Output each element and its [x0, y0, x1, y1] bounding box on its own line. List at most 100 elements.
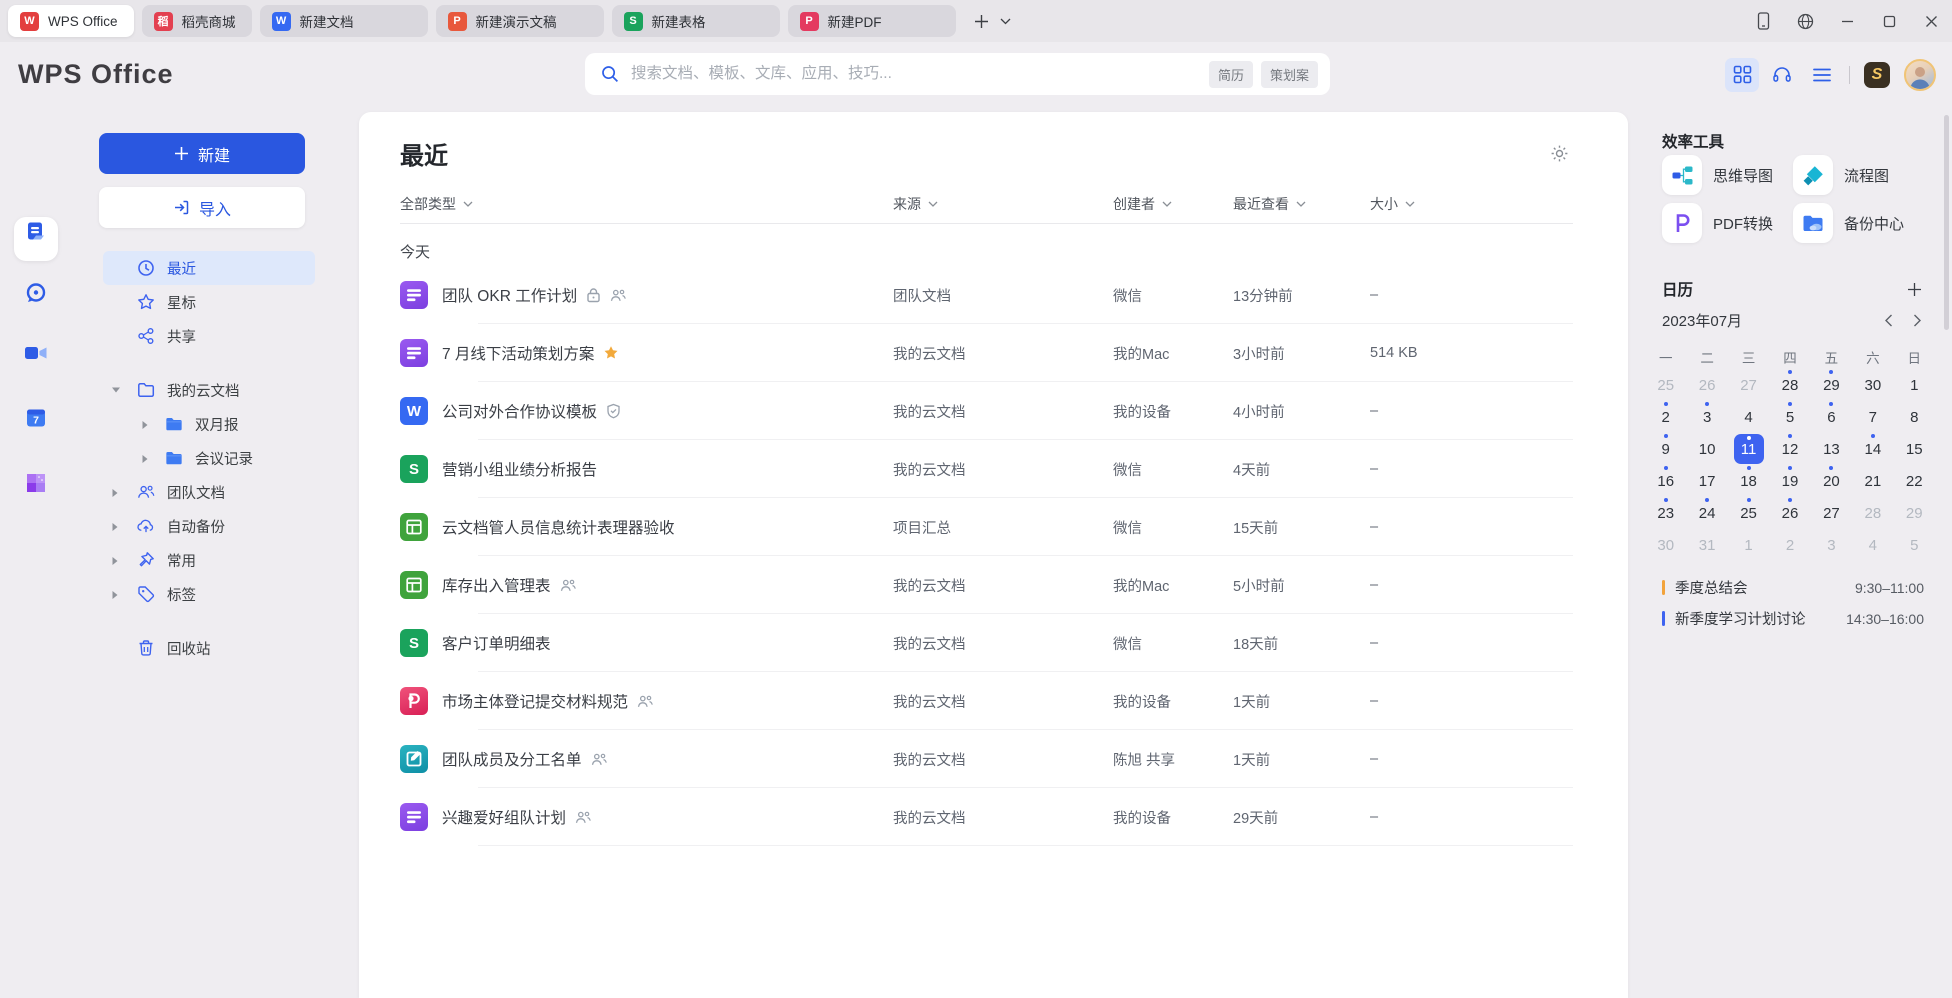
- table-row[interactable]: S客户订单明细表我的云文档微信18天前–: [400, 614, 1573, 672]
- calendar-day[interactable]: 19: [1769, 465, 1810, 497]
- tab-新建PDF[interactable]: P新建PDF: [788, 5, 956, 37]
- tab-新建演示文稿[interactable]: P新建演示文稿: [436, 5, 604, 37]
- sidebar-item-共享[interactable]: 共享: [103, 319, 315, 353]
- calendar-day[interactable]: 4: [1852, 529, 1893, 561]
- table-row[interactable]: 团队成员及分工名单我的云文档陈旭 共享1天前–: [400, 730, 1573, 788]
- table-row[interactable]: 市场主体登记提交材料规范我的云文档我的设备1天前–: [400, 672, 1573, 730]
- rail-meeting-icon[interactable]: [0, 341, 71, 365]
- calendar-day[interactable]: 5: [1894, 529, 1935, 561]
- calendar-day[interactable]: 25: [1728, 497, 1769, 529]
- chevron-right-icon[interactable]: [111, 522, 119, 532]
- table-row[interactable]: 云文档管人员信息统计表理器验收项目汇总微信15天前–: [400, 498, 1573, 556]
- sidebar-item-星标[interactable]: 星标: [103, 285, 315, 319]
- sidebar-tree-会议记录[interactable]: 会议记录: [103, 441, 315, 475]
- list-settings-gear-icon[interactable]: [1546, 140, 1573, 167]
- calendar-day[interactable]: 3: [1811, 529, 1852, 561]
- search-tag-resume[interactable]: 简历: [1209, 61, 1253, 88]
- calendar-day[interactable]: 29: [1894, 497, 1935, 529]
- sidebar-item-最近[interactable]: 最近: [103, 251, 315, 285]
- table-row[interactable]: W公司对外合作协议模板我的云文档我的设备4小时前–: [400, 382, 1573, 440]
- calendar-day[interactable]: 20: [1811, 465, 1852, 497]
- search-input[interactable]: [629, 64, 1201, 84]
- new-tab-button[interactable]: [970, 5, 994, 37]
- filter-最近查看[interactable]: 最近查看: [1233, 194, 1370, 214]
- support-headset-icon[interactable]: [1765, 58, 1799, 92]
- calendar-day[interactable]: 12: [1769, 433, 1810, 465]
- chevron-right-icon[interactable]: [141, 420, 149, 430]
- filter-大小[interactable]: 大小: [1370, 194, 1573, 214]
- rail-calendar-icon[interactable]: 7: [0, 406, 71, 430]
- tab-稻壳商城[interactable]: 稻稻壳商城: [142, 5, 252, 37]
- table-row[interactable]: 库存出入管理表我的云文档我的Mac5小时前–: [400, 556, 1573, 614]
- minimize-button[interactable]: [1836, 10, 1858, 32]
- calendar-day[interactable]: 14: [1852, 433, 1893, 465]
- calendar-day[interactable]: 13: [1811, 433, 1852, 465]
- scrollbar-thumb[interactable]: [1944, 115, 1949, 330]
- tab-新建文档[interactable]: W新建文档: [260, 5, 428, 37]
- calendar-day[interactable]: 22: [1894, 465, 1935, 497]
- calendar-day[interactable]: 4: [1728, 401, 1769, 433]
- calendar-day[interactable]: 31: [1686, 529, 1727, 561]
- calendar-day[interactable]: 15: [1894, 433, 1935, 465]
- table-row[interactable]: S营销小组业绩分析报告我的云文档微信4天前–: [400, 440, 1573, 498]
- calendar-day[interactable]: 25: [1645, 369, 1686, 401]
- tool-备份中心[interactable]: 备份中心: [1793, 203, 1924, 243]
- chevron-right-icon[interactable]: [111, 556, 119, 566]
- calendar-day[interactable]: 29: [1811, 369, 1852, 401]
- rail-apps-icon[interactable]: [0, 471, 71, 495]
- calendar-day-selected[interactable]: 11: [1728, 433, 1769, 465]
- global-search-bar[interactable]: 简历 策划案: [585, 53, 1330, 95]
- calendar-day[interactable]: 28: [1769, 369, 1810, 401]
- filter-来源[interactable]: 来源: [893, 194, 1113, 214]
- calendar-day[interactable]: 2: [1645, 401, 1686, 433]
- tab-list-dropdown[interactable]: [996, 5, 1016, 37]
- calendar-day[interactable]: 1: [1728, 529, 1769, 561]
- rail-chat-icon[interactable]: [0, 281, 71, 305]
- calendar-day[interactable]: 7: [1852, 401, 1893, 433]
- calendar-day[interactable]: 1: [1894, 369, 1935, 401]
- sidebar-tree-我的云文档[interactable]: 我的云文档: [103, 373, 315, 407]
- filter-创建者[interactable]: 创建者: [1113, 194, 1233, 214]
- calendar-prev-month-button[interactable]: [1882, 312, 1895, 329]
- calendar-day[interactable]: 24: [1686, 497, 1727, 529]
- calendar-day[interactable]: 26: [1686, 369, 1727, 401]
- new-document-button[interactable]: 新建: [99, 133, 305, 174]
- calendar-day[interactable]: 27: [1728, 369, 1769, 401]
- calendar-day[interactable]: 30: [1645, 529, 1686, 561]
- calendar-day[interactable]: 16: [1645, 465, 1686, 497]
- calendar-day[interactable]: 21: [1852, 465, 1893, 497]
- calendar-day[interactable]: 6: [1811, 401, 1852, 433]
- table-row[interactable]: 7 月线下活动策划方案我的云文档我的Mac3小时前514 KB: [400, 324, 1573, 382]
- sidebar-tree-双月报[interactable]: 双月报: [103, 407, 315, 441]
- calendar-day[interactable]: 26: [1769, 497, 1810, 529]
- calendar-day[interactable]: 8: [1894, 401, 1935, 433]
- calendar-day[interactable]: 10: [1686, 433, 1727, 465]
- calendar-day[interactable]: 17: [1686, 465, 1727, 497]
- rail-documents-icon[interactable]: [0, 219, 71, 243]
- user-avatar[interactable]: [1904, 59, 1936, 91]
- close-button[interactable]: [1920, 10, 1942, 32]
- table-row[interactable]: 兴趣爱好组队计划我的云文档我的设备29天前–: [400, 788, 1573, 846]
- globe-icon[interactable]: [1794, 10, 1816, 32]
- sidebar-item-回收站[interactable]: 回收站: [103, 631, 315, 665]
- calendar-day[interactable]: 2: [1769, 529, 1810, 561]
- svip-badge[interactable]: S: [1864, 62, 1890, 88]
- chevron-right-icon[interactable]: [111, 488, 119, 498]
- chevron-right-icon[interactable]: [111, 590, 119, 600]
- tab-新建表格[interactable]: S新建表格: [612, 5, 780, 37]
- calendar-day[interactable]: 23: [1645, 497, 1686, 529]
- main-menu-icon[interactable]: [1805, 58, 1839, 92]
- maximize-button[interactable]: [1878, 10, 1900, 32]
- tool-思维导图[interactable]: 思维导图: [1662, 155, 1793, 195]
- calendar-day[interactable]: 27: [1811, 497, 1852, 529]
- calendar-day[interactable]: 18: [1728, 465, 1769, 497]
- calendar-day[interactable]: 9: [1645, 433, 1686, 465]
- table-row[interactable]: 团队 OKR 工作计划团队文档微信13分钟前–: [400, 266, 1573, 324]
- calendar-day[interactable]: 3: [1686, 401, 1727, 433]
- calendar-day[interactable]: 28: [1852, 497, 1893, 529]
- chevron-right-icon[interactable]: [141, 454, 149, 464]
- sidebar-tree-常用[interactable]: 常用: [103, 543, 315, 577]
- add-event-button[interactable]: [1905, 280, 1924, 299]
- import-button[interactable]: 导入: [99, 187, 305, 228]
- calendar-event[interactable]: 新季度学习计划讨论14:30–16:00: [1662, 603, 1924, 634]
